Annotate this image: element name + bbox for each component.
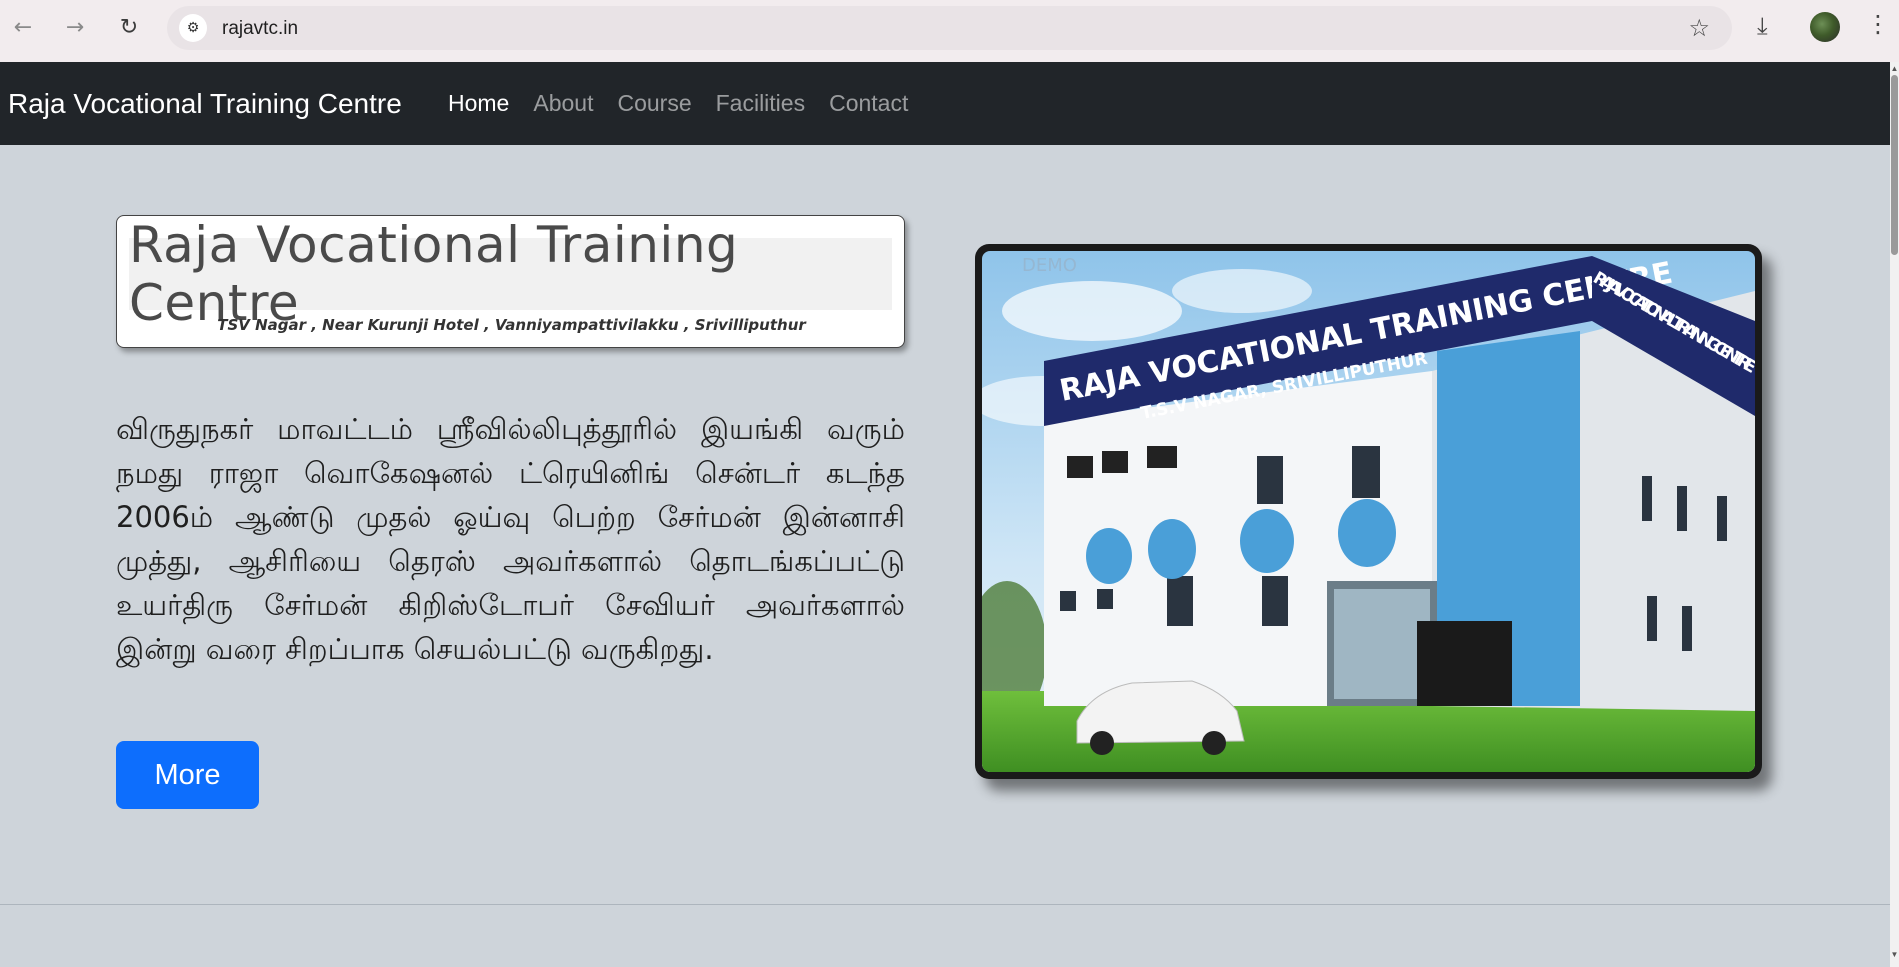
building-photo: RAJA VOCATIONAL TRAINING CENTRE T.S.V NA… <box>975 244 1762 779</box>
forward-icon[interactable]: → <box>60 12 90 42</box>
site-navbar: Raja Vocational Training Centre Home Abo… <box>0 62 1890 145</box>
logo-banner: Raja Vocational Training Centre TSV Naga… <box>116 215 905 348</box>
below-fold <box>0 905 1890 967</box>
logo-band: Raja Vocational Training Centre <box>129 216 892 332</box>
intro-paragraph: விருதுநகர் மாவட்டம் ஸ்ரீவில்லிபுத்தூரில்… <box>116 412 905 666</box>
logo-subtitle: TSV Nagar , Near Kurunji Hotel , Vanniya… <box>217 316 806 334</box>
hero-section: Raja Vocational Training Centre TSV Naga… <box>0 145 1890 905</box>
nav-link-contact[interactable]: Contact <box>829 90 908 117</box>
nav-link-about[interactable]: About <box>533 90 593 117</box>
tune-icon[interactable]: ⚙ <box>179 14 207 42</box>
navbar-brand[interactable]: Raja Vocational Training Centre <box>8 88 402 120</box>
download-icon[interactable]: ⤓ <box>1757 12 1768 40</box>
nav-link-facilities[interactable]: Facilities <box>716 90 805 117</box>
address-bar[interactable]: ⚙ rajavtc.in ☆ <box>167 6 1732 50</box>
building-illustration: RAJA VOCATIONAL TRAINING CENTRE T.S.V NA… <box>982 251 1755 772</box>
nav-link-course[interactable]: Course <box>617 90 691 117</box>
scroll-up-icon[interactable]: ▲ <box>1890 64 1899 73</box>
nav-link-home[interactable]: Home <box>448 90 509 117</box>
nav-links: Home About Course Facilities Contact <box>448 90 932 117</box>
url-text[interactable]: rajavtc.in <box>222 18 298 40</box>
back-icon[interactable]: ← <box>8 12 38 42</box>
more-button[interactable]: More <box>116 741 259 809</box>
profile-avatar[interactable] <box>1810 12 1840 42</box>
logo-title: Raja Vocational Training Centre <box>129 216 739 332</box>
scroll-down-icon[interactable]: ▼ <box>1890 950 1899 959</box>
watermark-text: DEMO <box>1022 255 1077 276</box>
reload-icon[interactable]: ↻ <box>114 12 144 42</box>
scrollbar-thumb[interactable] <box>1891 75 1898 255</box>
browser-toolbar: ← → ↻ ⚙ rajavtc.in ☆ ⤓ ⋮ <box>0 0 1899 62</box>
kebab-menu-icon[interactable]: ⋮ <box>1866 10 1890 38</box>
star-icon[interactable]: ☆ <box>1688 14 1710 42</box>
